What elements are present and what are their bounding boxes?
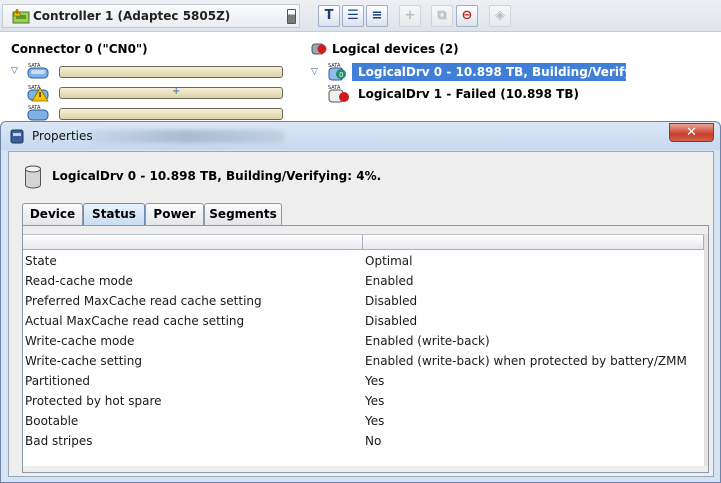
- row-value: Optimal: [365, 254, 413, 268]
- row-key: Write-cache setting: [25, 354, 142, 368]
- logical-drive-failed-icon[interactable]: SATA: [327, 84, 349, 104]
- table-row[interactable]: Bad stripes No: [23, 431, 704, 451]
- table-header: [23, 235, 704, 250]
- table-row[interactable]: Bootable Yes: [23, 411, 704, 431]
- row-key: Partitioned: [25, 374, 91, 388]
- row-key: Preferred MaxCache read cache setting: [25, 294, 262, 308]
- tree-view-button[interactable]: ≡: [366, 5, 388, 27]
- row-key: Bad stripes: [25, 434, 93, 448]
- disk-0-capacity-bar[interactable]: [59, 66, 283, 78]
- row-key: Read-cache mode: [25, 274, 133, 288]
- sata-disk-icon[interactable]: SATA: [27, 62, 49, 80]
- svg-text:0: 0: [339, 71, 343, 79]
- app-icon: [10, 129, 24, 144]
- logical-devices-icon: [311, 43, 327, 55]
- tab-power[interactable]: Power: [145, 203, 204, 225]
- add-button[interactable]: +: [399, 5, 421, 27]
- tab-status[interactable]: Status: [83, 203, 145, 226]
- controller-title: Controller 1 (Adaptec 5805Z): [33, 9, 231, 23]
- text-icon: T: [324, 8, 334, 23]
- controller-header: Controller 1 (Adaptec 5805Z): [2, 4, 300, 28]
- plus-icon: +: [172, 86, 181, 97]
- table-row[interactable]: Read-cache mode Enabled: [23, 271, 704, 291]
- row-value: Enabled: [365, 274, 414, 288]
- sata-label: SATA: [28, 63, 41, 69]
- svg-text:SATA: SATA: [328, 85, 341, 91]
- table-scrollbar[interactable]: [704, 234, 708, 466]
- drive-icon: [25, 165, 41, 189]
- column-header-property[interactable]: [23, 235, 363, 250]
- delete-button[interactable]: ⊖: [456, 5, 478, 27]
- collapse-logical-devices-toggle[interactable]: ▽: [311, 68, 321, 77]
- sata-label: SATA: [28, 85, 41, 91]
- svg-text:SATA: SATA: [328, 63, 341, 69]
- copy-button[interactable]: ⧉: [431, 5, 453, 27]
- list-icon: ☰: [347, 8, 359, 23]
- logical-drive-building-icon[interactable]: 0 SATA: [327, 62, 349, 82]
- battery-icon: [287, 9, 296, 24]
- tree-icon: ≡: [371, 8, 383, 23]
- status-tab-panel: State Optimal Read-cache mode Enabled Pr…: [22, 225, 709, 473]
- row-value: Yes: [365, 414, 385, 428]
- tab-device[interactable]: Device: [22, 203, 83, 225]
- row-key: Protected by hot spare: [25, 394, 162, 408]
- list-view-button[interactable]: ☰: [342, 5, 364, 27]
- row-key: Bootable: [25, 414, 79, 428]
- table-row[interactable]: Write-cache mode Enabled (write-back): [23, 331, 704, 351]
- logical-drive-1-item[interactable]: LogicalDrv 1 - Failed (10.898 TB): [352, 85, 579, 103]
- shield-icon: ◈: [495, 8, 505, 23]
- text-view-button[interactable]: T: [318, 5, 340, 27]
- close-button[interactable]: ✕: [669, 123, 714, 142]
- copy-icon: ⧉: [437, 8, 447, 23]
- table-row[interactable]: Actual MaxCache read cache setting Disab…: [23, 311, 704, 331]
- logical-drive-0-item[interactable]: LogicalDrv 0 - 10.898 TB, Building/Verif…: [352, 63, 687, 81]
- column-header-value[interactable]: [363, 235, 704, 250]
- logical-devices-title: Logical devices (2): [332, 42, 459, 56]
- table-row[interactable]: Preferred MaxCache read cache setting Di…: [23, 291, 704, 311]
- table-row[interactable]: State Optimal: [23, 251, 704, 271]
- row-value: Disabled: [365, 294, 418, 308]
- redacted-title-text: [89, 130, 285, 143]
- row-key: Actual MaxCache read cache setting: [25, 314, 245, 328]
- table-row[interactable]: Write-cache setting Enabled (write-back)…: [23, 351, 704, 371]
- disk-2-capacity-bar[interactable]: [59, 108, 283, 120]
- dialog-titlebar[interactable]: Properties ✕: [1, 122, 720, 150]
- collapse-connector-toggle[interactable]: ▽: [11, 67, 21, 76]
- delete-icon: ⊖: [461, 8, 473, 23]
- table-row[interactable]: Protected by hot spare Yes: [23, 391, 704, 411]
- close-icon: ✕: [686, 125, 697, 140]
- row-value: No: [365, 434, 382, 448]
- dialog-body: LogicalDrv 0 - 10.898 TB, Building/Verif…: [8, 151, 714, 477]
- disk-1-capacity-bar[interactable]: +: [59, 86, 283, 99]
- dialog-title: Properties: [32, 129, 93, 143]
- tab-segments[interactable]: Segments: [204, 203, 282, 225]
- connector-title: Connector 0 ("CN0"): [11, 42, 148, 56]
- table-row[interactable]: Partitioned Yes: [23, 371, 704, 391]
- properties-dialog: Properties ✕ LogicalDrv 0 - 10.898 TB, B…: [0, 121, 721, 483]
- row-value: Disabled: [365, 314, 418, 328]
- warning-controller-icon: [12, 9, 30, 24]
- row-key: State: [25, 254, 57, 268]
- sata-label: SATA: [28, 105, 41, 111]
- sata-disk-icon[interactable]: SATA: [27, 104, 49, 122]
- status-table: State Optimal Read-cache mode Enabled Pr…: [23, 234, 704, 466]
- row-key: Write-cache mode: [25, 334, 135, 348]
- row-value: Enabled (write-back) when protected by b…: [365, 354, 687, 368]
- sata-disk-warning-icon[interactable]: SATA: [27, 84, 49, 102]
- drive-heading: LogicalDrv 0 - 10.898 TB, Building/Verif…: [52, 169, 382, 183]
- row-value: Yes: [365, 394, 385, 408]
- row-value: Enabled (write-back): [365, 334, 490, 348]
- row-value: Yes: [365, 374, 385, 388]
- shield-button[interactable]: ◈: [489, 5, 511, 27]
- top-toolbar: Controller 1 (Adaptec 5805Z) T ☰ ≡ + ⧉ ⊖…: [0, 0, 721, 32]
- plus-icon: +: [404, 8, 416, 23]
